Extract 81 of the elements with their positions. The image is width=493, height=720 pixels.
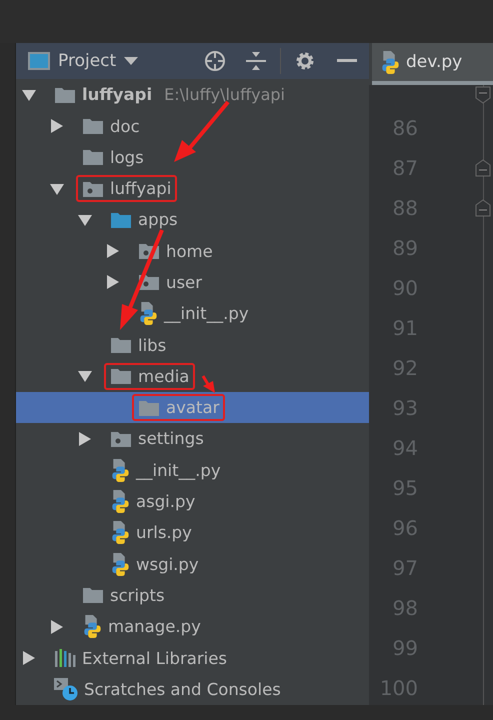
expand-arrow-icon[interactable]: [78, 432, 92, 446]
caret-icon[interactable]: [124, 56, 138, 66]
package-icon: [110, 430, 132, 448]
tree-label: wsgi.py: [136, 554, 199, 574]
libraries-icon: [54, 648, 76, 668]
python-file-icon: [380, 50, 400, 74]
tree-row[interactable]: user: [16, 266, 369, 298]
tree-label: Scratches and Consoles: [84, 680, 281, 699]
fold-marker-icon[interactable]: [475, 159, 491, 177]
editor-tab[interactable]: dev.py: [372, 43, 493, 85]
fold-marker-icon[interactable]: [475, 86, 491, 104]
tree-row[interactable]: asgi.py: [16, 486, 369, 518]
folder-icon: [54, 86, 76, 104]
python-file-icon: [82, 614, 102, 640]
tree-row[interactable]: doc: [16, 110, 369, 142]
tree-row[interactable]: manage.py: [16, 611, 369, 642]
tree-label: apps: [138, 210, 178, 230]
expand-arrow-icon[interactable]: [50, 119, 64, 133]
folder-icon: [110, 210, 132, 229]
expand-arrow-icon[interactable]: [50, 620, 64, 634]
tree-row[interactable]: media: [16, 360, 369, 392]
tree-label: avatar: [166, 398, 220, 418]
tree-label: External Libraries: [82, 648, 227, 668]
tree-row[interactable]: __init__.py: [16, 454, 369, 486]
settings-icon[interactable]: [295, 51, 315, 72]
tree-label: libs: [138, 336, 166, 355]
folder-icon: [110, 336, 132, 354]
tree-row[interactable]: libs: [16, 329, 369, 361]
tree-row[interactable]: wsgi.py: [16, 548, 369, 580]
python-file-icon: [110, 458, 130, 483]
folder-icon: [82, 148, 104, 166]
tree-label: doc: [110, 116, 140, 136]
path-label: E:\luffy\luffyapi: [164, 85, 285, 104]
folder-icon: [82, 117, 104, 135]
tree-label: urls.py: [136, 523, 192, 542]
window-icon: [28, 52, 50, 70]
tree-row[interactable]: __init__.py: [16, 298, 369, 330]
tree-row[interactable]: External Libraries: [16, 642, 369, 674]
expand-arrow-icon[interactable]: [22, 651, 36, 666]
panel-title[interactable]: Project: [58, 51, 116, 72]
tree-row[interactable]: luffyapi: [16, 172, 369, 204]
tree-row[interactable]: scripts: [16, 580, 369, 612]
minimize-icon[interactable]: [337, 59, 357, 64]
folder-icon: [110, 367, 132, 386]
collapse-arrow-icon[interactable]: [22, 88, 36, 102]
python-file-icon: [110, 520, 130, 546]
folder-icon: [82, 586, 104, 604]
annotation-arrow: [201, 374, 217, 394]
tree-label: asgi.py: [136, 492, 196, 512]
collapse-arrow-icon[interactable]: [50, 182, 64, 196]
collapse-arrow-icon[interactable]: [78, 212, 92, 227]
python-file-icon: [110, 489, 130, 514]
tree-row[interactable]: logs: [16, 142, 369, 173]
locate-icon[interactable]: [204, 50, 226, 72]
tree-row[interactable]: urls.py: [16, 517, 369, 549]
tree-row[interactable]: apps: [16, 204, 369, 236]
expand-arrow-icon[interactable]: [106, 275, 120, 290]
tree-label: settings: [138, 429, 204, 448]
tree-label: luffyapi: [82, 85, 152, 104]
fold-marker-icon[interactable]: [475, 199, 491, 217]
tree-label: __init__.py: [164, 304, 249, 324]
expand-arrow-icon[interactable]: [106, 244, 120, 258]
tree-label: logs: [110, 148, 144, 167]
tree-row[interactable]: settings: [16, 423, 369, 455]
python-file-icon: [110, 552, 130, 577]
tree-label: luffyapi: [110, 179, 172, 198]
tree-label: scripts: [110, 586, 165, 605]
folder-icon: [138, 398, 160, 417]
python-file-icon: [138, 301, 158, 326]
scratches-icon: [54, 677, 78, 702]
tree-label: media: [138, 366, 190, 386]
tree-row[interactable]: Scratches and Consoles: [16, 674, 369, 705]
tree-row[interactable]: home: [16, 236, 369, 267]
package-icon: [82, 180, 104, 198]
tree-label: home: [166, 242, 213, 261]
tree-row[interactable]: luffyapi E:\luffy\luffyapi: [16, 79, 369, 110]
collapse-all-icon[interactable]: [246, 50, 266, 72]
tree-label: manage.py: [108, 617, 201, 636]
tree-label: user: [166, 272, 202, 292]
collapse-arrow-icon[interactable]: [78, 369, 92, 384]
tree-label: __init__.py: [136, 460, 221, 480]
